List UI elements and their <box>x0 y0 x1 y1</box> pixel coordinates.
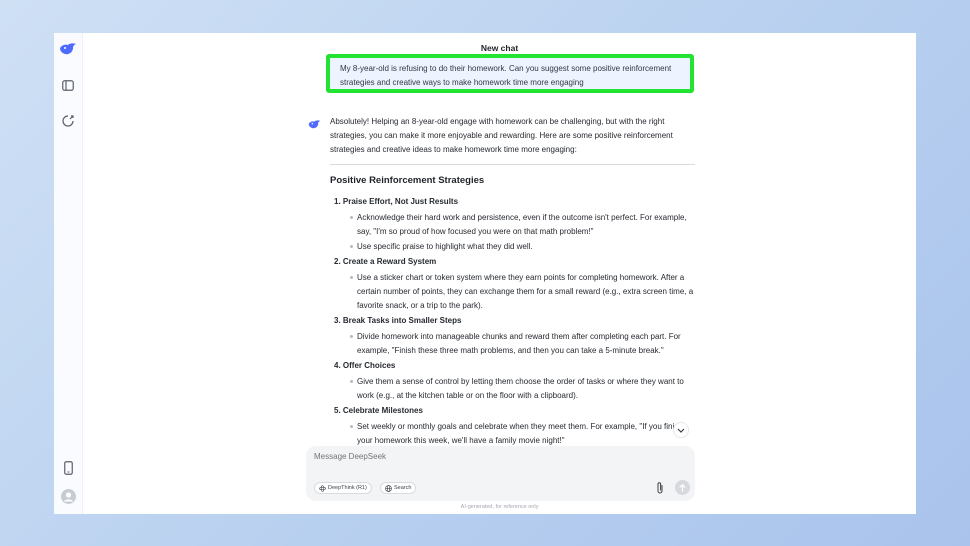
list-item-title: 4. Offer Choices <box>334 361 396 370</box>
section-heading: Positive Reinforcement Strategies <box>330 175 485 186</box>
search-toggle-button[interactable]: Search <box>380 482 417 494</box>
user-avatar-icon[interactable] <box>59 487 77 505</box>
send-arrow-icon <box>679 483 686 491</box>
list-bullet: Give them a sense of control by letting … <box>350 375 695 403</box>
list-bullet: Use specific praise to highlight what th… <box>350 240 695 254</box>
new-chat-icon[interactable] <box>59 112 77 130</box>
list-bullet: Set weekly or monthly goals and celebrat… <box>350 420 695 445</box>
list-item-title: 3. Break Tasks into Smaller Steps <box>334 316 462 325</box>
assistant-avatar-icon <box>308 117 321 130</box>
atom-icon <box>319 484 326 492</box>
list-item: 3. Break Tasks into Smaller Steps Divide… <box>330 315 695 358</box>
list-item: 5. Celebrate Milestones Set weekly or mo… <box>330 405 695 445</box>
paperclip-icon[interactable] <box>655 481 667 495</box>
divider <box>330 164 695 165</box>
message-input[interactable] <box>314 452 614 461</box>
mobile-app-icon[interactable] <box>59 459 77 477</box>
list-bullet: Divide homework into manageable chunks a… <box>350 330 695 358</box>
app-window: New chat My 8-year-old is refusing to do… <box>54 33 916 514</box>
send-button[interactable] <box>675 480 690 495</box>
disclaimer-text: AI-generated, for reference only <box>460 504 539 510</box>
assistant-response: Absolutely! Helping an 8-year-old engage… <box>330 115 695 445</box>
deepseek-whale-icon[interactable] <box>59 40 77 58</box>
deepthink-toggle-button[interactable]: DeepThink (R1) <box>314 482 372 494</box>
list-item-title: 5. Celebrate Milestones <box>334 406 423 415</box>
chevron-down-icon <box>677 428 685 433</box>
list-bullet: Use a sticker chart or token system wher… <box>350 271 695 313</box>
scroll-to-bottom-button[interactable] <box>673 422 689 438</box>
search-label: Search <box>394 485 412 491</box>
response-intro: Absolutely! Helping an 8-year-old engage… <box>330 117 673 154</box>
list-item-title: 1. Praise Effort, Not Just Results <box>334 197 459 206</box>
list-item: 2. Create a Reward System Use a sticker … <box>330 256 695 313</box>
list-item: 1. Praise Effort, Not Just Results Ackno… <box>330 196 695 254</box>
deepthink-label: DeepThink (R1) <box>328 485 367 491</box>
sidebar-toggle-icon[interactable] <box>59 76 77 94</box>
sidebar <box>54 33 83 514</box>
list-item-title: 2. Create a Reward System <box>334 257 437 266</box>
list-bullet: Acknowledge their hard work and persiste… <box>350 211 695 239</box>
list-item: 4. Offer Choices Give them a sense of co… <box>330 360 695 403</box>
page-title: New chat <box>480 43 519 53</box>
user-message-bubble: My 8-year-old is refusing to do their ho… <box>326 54 694 93</box>
globe-icon <box>385 484 392 492</box>
message-composer: DeepThink (R1) Search <box>306 446 695 501</box>
